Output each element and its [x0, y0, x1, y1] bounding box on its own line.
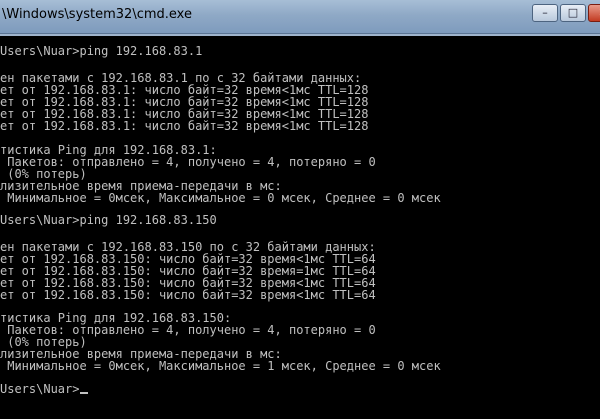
title-bar[interactable]: \Windows\system32\cmd.exe – □ ✕	[0, 0, 600, 34]
console-line: Users\Nuar>ping 192.168.83.150	[0, 213, 217, 227]
minimize-button[interactable]: –	[532, 4, 558, 22]
console-prompt: Users\Nuar>	[0, 382, 80, 396]
console-line: ет от 192.168.83.1: число байт=32 время<…	[0, 119, 369, 133]
close-button[interactable]: ✕	[588, 4, 600, 22]
maximize-button[interactable]: □	[560, 4, 586, 22]
console-prompt-line[interactable]: Users\Nuar>	[0, 382, 600, 396]
console-line: Users\Nuar>ping 192.168.83.1	[0, 44, 203, 58]
console-output[interactable]: Users\Nuar>ping 192.168.83.1 ен пакетами…	[0, 34, 600, 419]
window-title: \Windows\system32\cmd.exe	[2, 7, 192, 22]
text-cursor	[80, 392, 89, 394]
